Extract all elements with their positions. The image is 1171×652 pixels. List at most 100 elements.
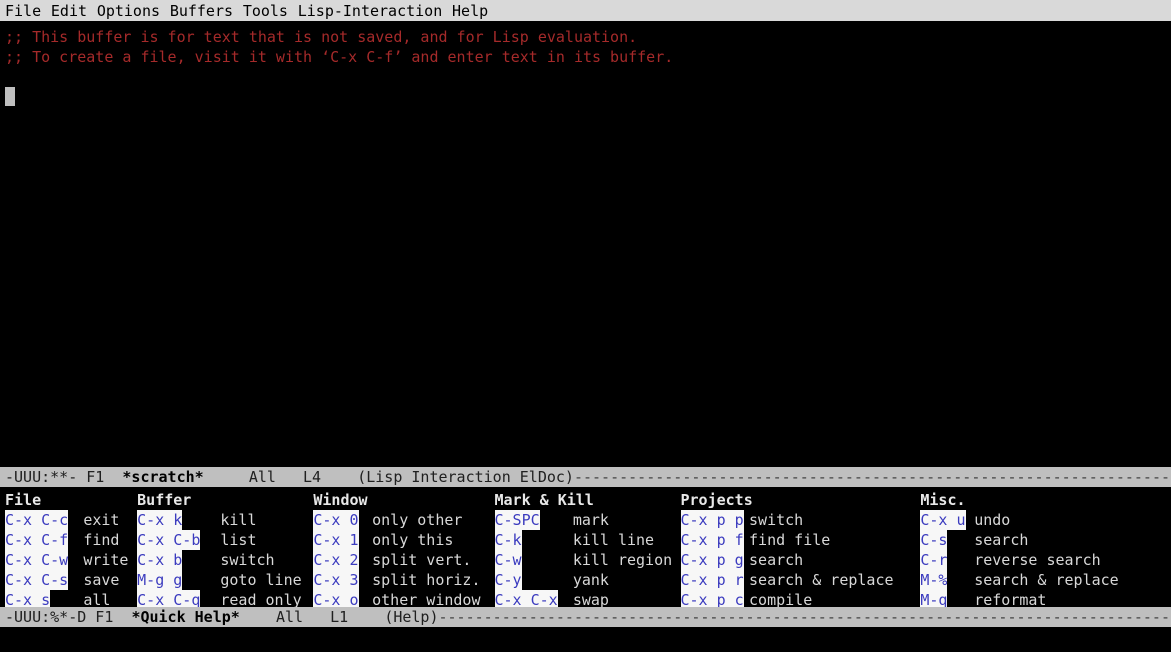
quick-help-key: C-x u <box>920 510 966 530</box>
quick-help-description: only other <box>372 511 463 529</box>
quick-help-description: write <box>83 551 129 569</box>
modeline2-position: All <box>275 608 304 626</box>
modeline2-sp-1 <box>113 607 131 627</box>
quick-help-description: mark <box>572 511 609 529</box>
scratch-comment-line-2: ;; To create a file, visit it with ‘C-x … <box>5 48 674 66</box>
modeline-sp-4 <box>321 467 357 487</box>
quick-help-key: C-x s <box>5 590 51 607</box>
quick-help-key: M-q <box>920 590 948 607</box>
modeline2-filler: ----------------------------------------… <box>438 608 1171 626</box>
menu-item-help[interactable]: Help <box>452 1 488 21</box>
quick-help-description: search & replace <box>749 571 894 589</box>
quick-help-description: search <box>974 531 1029 549</box>
frame-bottom-filler <box>0 627 1171 652</box>
quick-help-description: switch <box>749 511 804 529</box>
quick-help-key: C-x o <box>313 590 359 607</box>
modeline2-status: -UUU:%*-D F1 <box>5 608 114 626</box>
quick-help-key: M-g g <box>137 570 183 590</box>
quick-help-key: C-x p f <box>680 530 744 550</box>
quick-help-column-heading: File <box>5 491 42 509</box>
menu-item-buffers[interactable]: Buffers <box>170 1 233 21</box>
menu-bar[interactable]: File Edit Options Buffers Tools Lisp-Interact… <box>0 0 1171 21</box>
quick-help-column-heading: Projects <box>680 491 753 509</box>
quick-help-description: kill <box>220 511 257 529</box>
quick-help-key: C-x C-b <box>137 530 201 550</box>
modeline-sp-3 <box>276 467 303 487</box>
quick-help-key: C-x p r <box>680 570 744 590</box>
quick-help-description: all <box>83 591 111 607</box>
quick-help-key: C-k <box>494 530 522 550</box>
quick-help-description: switch <box>220 551 275 569</box>
modeline-buffer-name: *scratch* <box>122 468 204 486</box>
menu-item-edit[interactable]: Edit <box>51 1 87 21</box>
modeline2-major-mode: (Help) <box>384 608 439 626</box>
quick-help-description: yank <box>572 571 609 589</box>
modeline-quick-help[interactable]: -UUU:%*-D F1 *Quick Help* All L1 (Help) -… <box>0 607 1171 627</box>
quick-help-description: search & replace <box>974 571 1119 589</box>
quick-help-key: C-w <box>494 550 522 570</box>
modeline-sp-2 <box>204 467 249 487</box>
quick-help-description: split vert. <box>372 551 472 569</box>
quick-help-column-heading: Buffer <box>137 491 192 509</box>
quick-help-key: C-y <box>494 570 522 590</box>
quick-help-key: C-x C-c <box>5 510 69 530</box>
quick-help-key: C-s <box>920 530 948 550</box>
modeline2-sp-3 <box>303 607 330 627</box>
quick-help-description: save <box>83 571 120 589</box>
quick-help-description: only this <box>372 531 454 549</box>
menu-item-lisp-interaction[interactable]: Lisp-Interaction <box>298 1 443 21</box>
quick-help-key: C-x 1 <box>313 530 359 550</box>
quick-help-key: C-x k <box>137 510 183 530</box>
quick-help-description: undo <box>974 511 1011 529</box>
quick-help-description: kill region <box>572 551 673 569</box>
quick-help-description: reverse search <box>974 551 1101 569</box>
quick-help-key: C-x C-q <box>137 590 201 607</box>
quick-help-description: kill line <box>572 531 655 549</box>
quick-help-key: C-x 0 <box>313 510 359 530</box>
quick-help-key: C-x C-x <box>494 590 558 607</box>
menu-item-options[interactable]: Options <box>97 1 160 21</box>
modeline2-buffer-name: *Quick Help* <box>131 608 240 626</box>
quick-help-key: C-x C-w <box>5 550 69 570</box>
quick-help-description: other window <box>372 591 481 607</box>
modeline2-line: L1 <box>330 608 349 626</box>
menu-item-file[interactable]: File <box>5 1 41 21</box>
text-cursor <box>5 87 15 106</box>
quick-help-description: goto line <box>220 571 302 589</box>
quick-help-key: C-x C-s <box>5 570 69 590</box>
quick-help-description: search <box>749 551 804 569</box>
quick-help-column-heading: Mark & Kill <box>494 491 594 509</box>
quick-help-description: read only <box>220 591 302 607</box>
modeline-scratch[interactable]: -UUU:**- F1 *scratch* All L4 (Lisp Inter… <box>0 467 1171 487</box>
quick-help-key: C-x p p <box>680 510 744 530</box>
quick-help-description: reformat <box>974 591 1047 607</box>
quick-help-key: C-x b <box>137 550 183 570</box>
quick-help-buffer[interactable]: File C-x C-c exit C-x C-f find C-x C-w write C-… <box>0 487 1171 607</box>
modeline2-sp-4 <box>348 607 384 627</box>
scratch-comment-line-1: ;; This buffer is for text that is not s… <box>5 28 638 46</box>
modeline-filler: ----------------------------------------… <box>573 468 1171 486</box>
quick-help-description: compile <box>749 591 813 607</box>
menu-item-tools[interactable]: Tools <box>243 1 288 21</box>
modeline-position: All <box>248 468 276 486</box>
quick-help-key: M-% <box>920 570 948 590</box>
quick-help-description: list <box>220 531 257 549</box>
quick-help-key: C-x p c <box>680 590 744 607</box>
emacs-frame: File Edit Options Buffers Tools Lisp-Interact… <box>0 0 1171 652</box>
quick-help-description: exit <box>83 511 120 529</box>
quick-help-description: split horiz. <box>372 571 481 589</box>
modeline-status: -UUU:**- F1 <box>5 468 105 486</box>
quick-help-description: swap <box>572 591 609 607</box>
quick-help-description: find file <box>749 531 831 549</box>
modeline-sp-1 <box>104 467 122 487</box>
quick-help-key: C-x C-f <box>5 530 69 550</box>
modeline-major-mode: (Lisp Interaction ElDoc) <box>357 468 574 486</box>
modeline-line: L4 <box>303 468 322 486</box>
scratch-buffer[interactable]: ;; This buffer is for text that is not s… <box>0 21 1171 467</box>
modeline2-sp-2 <box>240 607 276 627</box>
quick-help-column-heading: Misc. <box>920 491 966 509</box>
quick-help-key: C-x p g <box>680 550 744 570</box>
quick-help-column-heading: Window <box>313 491 368 509</box>
quick-help-key: C-r <box>920 550 948 570</box>
quick-help-key: C-SPC <box>494 510 540 530</box>
